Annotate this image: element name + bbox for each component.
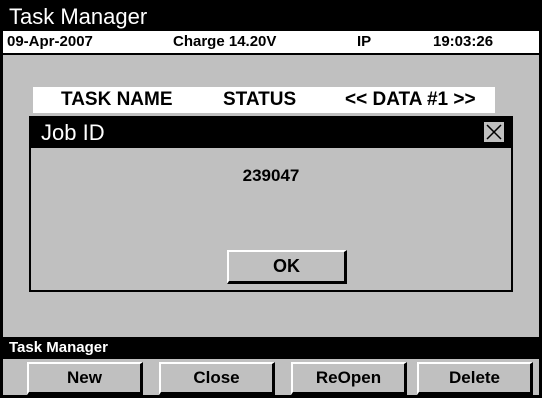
new-button[interactable]: New <box>27 362 143 395</box>
close-icon[interactable] <box>483 121 505 143</box>
app-title-bar: Task Manager <box>3 3 539 31</box>
job-id-value: 239047 <box>242 166 300 185</box>
device-screen: Task Manager 09-Apr-2007 Charge 14.20V I… <box>0 0 542 398</box>
status-date: 09-Apr-2007 <box>7 33 93 50</box>
dialog-title-bar: Job ID <box>31 118 511 148</box>
column-header-status[interactable]: STATUS <box>223 87 296 113</box>
column-header-data[interactable]: << DATA #1 >> <box>345 87 476 113</box>
column-header-task-name[interactable]: TASK NAME <box>61 87 173 113</box>
status-charge: Charge 14.20V <box>173 33 277 50</box>
status-bar: 09-Apr-2007 Charge 14.20V IP 19:03:26 <box>3 31 539 55</box>
table-header: TASK NAME STATUS << DATA #1 >> <box>33 87 495 113</box>
delete-button[interactable]: Delete <box>417 362 533 395</box>
reopen-button[interactable]: ReOpen <box>291 362 407 395</box>
dialog-title: Job ID <box>41 120 105 145</box>
ok-button[interactable]: OK <box>227 250 347 284</box>
footer-title-bar: Task Manager <box>3 337 539 359</box>
job-id-dialog: Job ID 239047 OK <box>29 116 513 292</box>
close-button[interactable]: Close <box>159 362 275 395</box>
footer-title: Task Manager <box>9 339 108 356</box>
app-title: Task Manager <box>9 4 148 29</box>
status-mode: IP <box>357 33 372 50</box>
status-time: 19:03:26 <box>433 33 494 50</box>
